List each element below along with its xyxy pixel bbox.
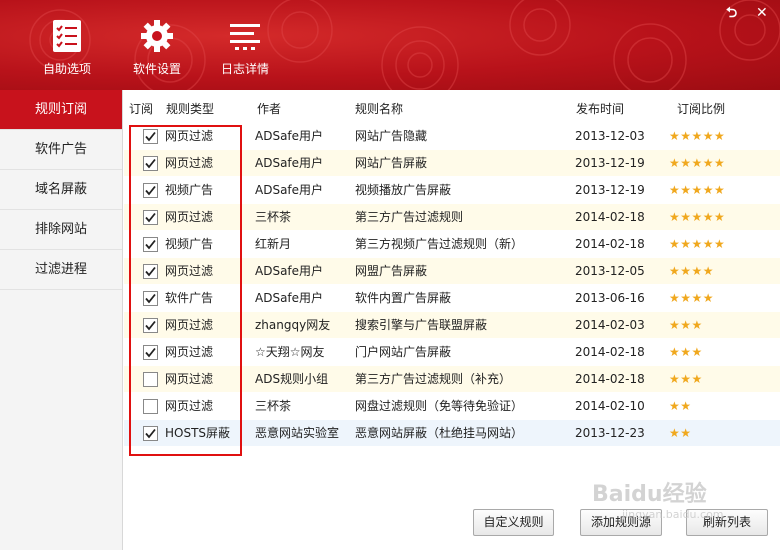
rating-stars: ★★★★★ [669,237,726,251]
rating-stars: ★★★ [669,318,703,332]
sidebar-item-filter-process[interactable]: 过滤进程 [0,250,122,290]
author-cell: ADSafe用户 [255,291,324,305]
rating-stars: ★★★★★ [669,129,726,143]
rule-name-cell: 网盘过滤规则（免等待免验证） [355,399,524,413]
rule-name-cell: 网站广告屏蔽 [355,156,428,170]
author-cell: 三杯茶 [255,210,292,224]
rating-stars: ★★ [669,399,692,413]
toolbar-button-label: 日志详情 [220,62,269,76]
rule-name-cell: 网盟广告屏蔽 [355,264,428,278]
publish-date-cell: 2013-12-19 [575,183,645,197]
watermark-subtext: jingyan.baidu.com [622,508,724,521]
table-header: 订阅 规则类型 作者 规则名称 发布时间 订阅比例 [124,90,780,122]
rule-name-cell: 第三方视频广告过滤规则（新） [355,237,524,251]
watermark-text: Baidu经验 [592,482,707,507]
publish-date-cell: 2013-12-19 [575,156,645,170]
rule-name-cell: 网站广告隐藏 [355,129,428,143]
rating-stars: ★★★ [669,372,703,386]
publish-date-cell: 2014-02-10 [575,399,645,413]
sidebar-item-exclude-sites[interactable]: 排除网站 [0,210,122,250]
list-log-icon [230,24,260,50]
author-cell: 三杯茶 [255,399,292,413]
sidebar: 规则订阅 软件广告 域名屏蔽 排除网站 过滤进程 [0,90,123,550]
rating-stars: ★★★★★ [669,210,726,224]
close-icon[interactable]: ✕ [756,6,768,20]
publish-date-cell: 2013-12-03 [575,129,645,143]
rating-stars: ★★★★★ [669,183,726,197]
gear-icon [141,20,173,52]
column-header-subscription-ratio[interactable]: 订阅比例 [677,100,725,117]
author-cell: ADSafe用户 [255,264,324,278]
toolbar-log-button[interactable]: 日志详情 [205,18,285,77]
rule-name-cell: 软件内置广告屏蔽 [355,291,452,305]
author-cell: 恶意网站实验室 [255,426,340,440]
author-cell: zhangqy网友 [255,318,331,332]
toolbar-self-help-button[interactable]: 自助选项 [27,18,107,77]
header-banner: ⮌ ✕ 自助选项 软件设置 日志详情 [0,0,780,90]
author-cell: 红新月 [255,237,292,251]
column-header-publish-date[interactable]: 发布时间 [576,100,624,117]
author-cell: ADSafe用户 [255,183,324,197]
publish-date-cell: 2013-12-05 [575,264,645,278]
publish-date-cell: 2014-02-18 [575,345,645,359]
rule-name-cell: 第三方广告过滤规则 [355,210,464,224]
publish-date-cell: 2014-02-18 [575,237,645,251]
rule-name-cell: 搜索引擎与广告联盟屏蔽 [355,318,488,332]
author-cell: ☆天翔☆网友 [255,345,325,359]
rating-stars: ★★★★★ [669,156,726,170]
toolbar-button-label: 自助选项 [42,62,91,76]
publish-date-cell: 2014-02-18 [575,372,645,386]
column-header-subscribe[interactable]: 订阅 [129,100,153,117]
rule-name-cell: 视频播放广告屏蔽 [355,183,452,197]
publish-date-cell: 2013-12-23 [575,426,645,440]
rating-stars: ★★★★ [669,291,715,305]
author-cell: ADSafe用户 [255,156,324,170]
column-header-rule-name[interactable]: 规则名称 [355,100,403,117]
author-cell: ADS规则小组 [255,372,329,386]
author-cell: ADSafe用户 [255,129,324,143]
checklist-icon [53,20,81,52]
sidebar-item-rule-subscription[interactable]: 规则订阅 [0,90,122,130]
rating-stars: ★★ [669,426,692,440]
publish-date-cell: 2014-02-03 [575,318,645,332]
rating-stars: ★★★★ [669,264,715,278]
toolbar-settings-button[interactable]: 软件设置 [117,18,197,77]
column-header-author[interactable]: 作者 [257,100,281,117]
publish-date-cell: 2014-02-18 [575,210,645,224]
baidu-watermark: Baidu经验 jingyan.baidu.com [592,476,724,521]
restore-icon[interactable]: ⮌ [726,6,737,20]
rating-stars: ★★★ [669,345,703,359]
rule-name-cell: 恶意网站屏蔽（杜绝挂马网站） [355,426,524,440]
sidebar-item-domain-block[interactable]: 域名屏蔽 [0,170,122,210]
main-panel: 订阅 规则类型 作者 规则名称 发布时间 订阅比例 网页过滤 ADSafe用户 网站… [124,90,780,550]
highlight-box [129,125,242,456]
column-header-rule-type[interactable]: 规则类型 [166,100,214,117]
publish-date-cell: 2013-06-16 [575,291,645,305]
sidebar-item-software-ads[interactable]: 软件广告 [0,130,122,170]
rule-name-cell: 门户网站广告屏蔽 [355,345,452,359]
custom-rule-button[interactable]: 自定义规则 [473,509,554,536]
toolbar-button-label: 软件设置 [132,62,181,76]
rule-name-cell: 第三方广告过滤规则（补充） [355,372,512,386]
